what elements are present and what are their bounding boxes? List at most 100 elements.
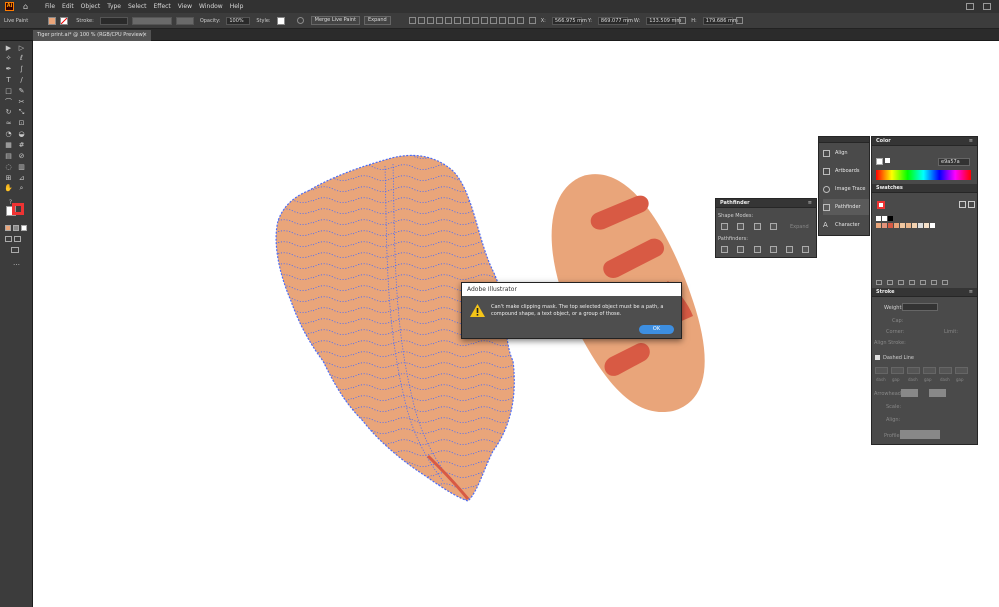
workspace-icon[interactable] — [983, 3, 991, 10]
outline-icon[interactable] — [786, 246, 793, 253]
swatch-options-icon[interactable] — [909, 280, 915, 285]
minus-front-icon[interactable] — [737, 223, 744, 230]
curvature-tool-icon[interactable]: ∫ — [17, 65, 26, 73]
stroke-swatch-icon[interactable] — [60, 16, 69, 25]
eyedropper-tool-icon[interactable]: ⊘ — [17, 152, 26, 160]
delete-swatch-icon[interactable] — [942, 280, 948, 285]
w-field[interactable]: 133.509 mm — [646, 16, 681, 25]
scale-tool-icon[interactable]: ⤡ — [17, 108, 26, 116]
dash-field[interactable] — [939, 367, 952, 374]
selection-tool-icon[interactable]: ▶ — [4, 44, 13, 52]
dock-header[interactable] — [819, 137, 869, 143]
menu-type[interactable]: Type — [107, 3, 121, 10]
distribute-vcenter-icon[interactable] — [480, 17, 488, 24]
expand-button[interactable]: Expand — [364, 16, 391, 25]
color-panel-header[interactable]: Color ≡ — [872, 137, 977, 146]
menu-file[interactable]: File — [45, 3, 55, 10]
unite-icon[interactable] — [721, 223, 728, 230]
shaper-tool-icon[interactable]: ⌒ — [4, 98, 13, 106]
opacity-field[interactable]: 100% — [226, 16, 251, 25]
image-trace-panel-tab[interactable]: Image Trace — [823, 181, 869, 197]
menu-view[interactable]: View — [178, 3, 192, 10]
pathfinder-expand-button[interactable]: Expand — [790, 224, 809, 230]
perspective-grid-tool-icon[interactable]: ▦ — [4, 141, 13, 149]
home-icon[interactable]: ⌂ — [23, 2, 31, 11]
swatch[interactable] — [876, 216, 881, 221]
h-field[interactable]: 179.686 mm — [702, 16, 738, 25]
stroke-swatch-icon[interactable] — [12, 203, 24, 215]
swatch[interactable] — [894, 223, 899, 228]
divide-icon[interactable] — [721, 246, 728, 253]
stroke-weight-input[interactable] — [902, 303, 938, 311]
brush-definition[interactable] — [175, 16, 194, 25]
document-tab[interactable]: Tiger print.ai* @ 100 % (RGB/CPU Preview… — [33, 30, 151, 41]
align-right-icon[interactable] — [435, 17, 443, 24]
pen-tool-icon[interactable]: ✒ — [4, 65, 13, 73]
align-panel-tab[interactable]: Align — [823, 145, 869, 161]
lasso-tool-icon[interactable]: ℓ — [17, 54, 26, 62]
align-hcenter-icon[interactable] — [426, 17, 434, 24]
hand-tool-icon[interactable]: ✋ — [4, 184, 13, 192]
zoom-tool-icon[interactable]: ⌕ — [17, 184, 26, 192]
close-icon[interactable]: × — [143, 30, 147, 41]
panel-menu-icon[interactable]: ≡ — [969, 288, 973, 297]
artboards-panel-tab[interactable]: Artboards — [823, 163, 869, 179]
hex-field[interactable]: e9a57a — [938, 158, 970, 166]
more-tools-icon[interactable]: … — [12, 259, 21, 267]
line-tool-icon[interactable]: / — [17, 76, 26, 84]
crop-icon[interactable] — [770, 246, 777, 253]
gradient-tool-icon[interactable]: ▤ — [4, 152, 13, 160]
swatch[interactable] — [912, 223, 917, 228]
pathfinder-panel-tab[interactable]: Pathfinder — [823, 199, 869, 215]
swatch[interactable] — [900, 223, 905, 228]
align-bottom-icon[interactable] — [462, 17, 470, 24]
draw-normal-icon[interactable] — [5, 236, 12, 242]
screen-mode-icon[interactable] — [11, 247, 19, 253]
swatch[interactable] — [930, 223, 935, 228]
rectangle-tool-icon[interactable]: □ — [4, 87, 13, 95]
constrain-proportions-icon[interactable] — [679, 17, 687, 24]
end-arrowhead-select[interactable] — [929, 389, 946, 397]
new-color-group-icon[interactable] — [920, 280, 926, 285]
trim-icon[interactable] — [737, 246, 744, 253]
slice-tool-icon[interactable]: ⊿ — [17, 174, 26, 182]
draw-behind-icon[interactable] — [14, 236, 21, 242]
recolor-artwork-icon[interactable] — [296, 17, 304, 24]
merge-icon[interactable] — [754, 246, 761, 253]
magic-wand-tool-icon[interactable]: ✧ — [4, 54, 13, 62]
align-top-icon[interactable] — [444, 17, 452, 24]
transform-menu-icon[interactable] — [735, 17, 743, 24]
dash-field[interactable] — [907, 367, 920, 374]
distribute-right-icon[interactable] — [516, 17, 524, 24]
warp-tool-icon[interactable]: ≈ — [4, 119, 13, 127]
gradient-mode-icon[interactable] — [13, 225, 19, 231]
panel-menu-icon[interactable]: ≡ — [808, 199, 812, 208]
color-mode-icon[interactable] — [5, 225, 11, 231]
character-panel-tab[interactable]: A Character — [823, 217, 869, 233]
rotate-tool-icon[interactable]: ↻ — [4, 108, 13, 116]
dashed-line-checkbox[interactable] — [875, 355, 880, 360]
swatches-panel-header[interactable]: Swatches — [872, 184, 977, 193]
thumbnail-view-icon[interactable] — [968, 201, 975, 208]
reference-point-icon[interactable] — [528, 17, 536, 24]
distribute-top-icon[interactable] — [471, 17, 479, 24]
gap-field[interactable] — [923, 367, 936, 374]
pathfinder-header[interactable]: Pathfinder ≡ — [716, 199, 816, 208]
gap-field[interactable] — [955, 367, 968, 374]
arrange-documents-icon[interactable] — [966, 3, 974, 10]
eraser-tool-icon[interactable]: ✂ — [17, 98, 26, 106]
align-to-icon[interactable] — [408, 17, 416, 24]
shape-builder-tool-icon[interactable]: ◔ — [4, 130, 13, 138]
panel-menu-icon[interactable]: ≡ — [969, 137, 973, 146]
swatch[interactable] — [888, 216, 893, 221]
symbol-sprayer-icon[interactable]: ◌ — [4, 163, 13, 171]
swatch-fill-stroke-icon[interactable] — [877, 201, 885, 209]
show-kinds-icon[interactable] — [898, 280, 904, 285]
color-stroke-swatch-icon[interactable] — [885, 158, 890, 163]
paintbrush-tool-icon[interactable]: ✎ — [17, 87, 26, 95]
menu-select[interactable]: Select — [128, 3, 147, 10]
menu-window[interactable]: Window — [199, 3, 223, 10]
list-view-icon[interactable] — [959, 201, 966, 208]
swatch[interactable] — [918, 223, 923, 228]
exclude-icon[interactable] — [770, 223, 777, 230]
